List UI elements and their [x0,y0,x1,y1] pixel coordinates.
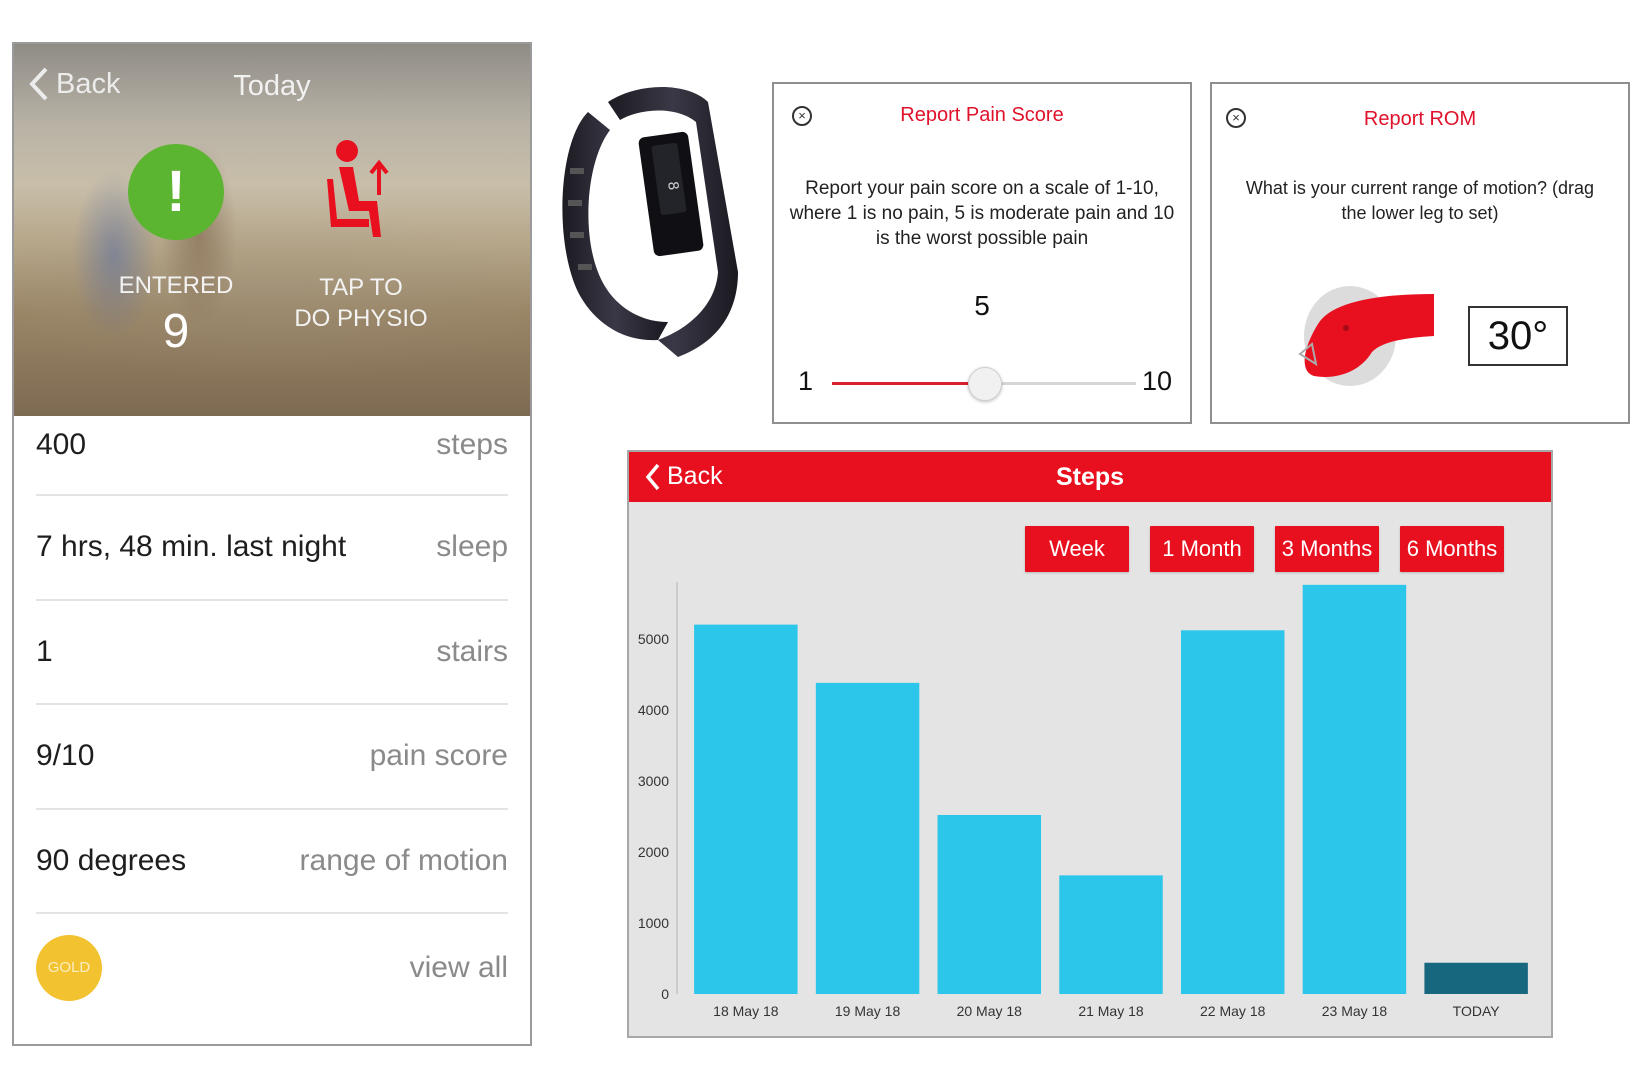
metric-label: sleep [436,530,508,564]
instruction-line: Report your pain score on a scale of 1-1… [805,178,1159,199]
alert-icon[interactable]: ! [128,144,224,240]
bar-0 [694,624,798,994]
metric-value: 7 hrs, 48 min. last night [36,530,347,564]
list-item[interactable]: 90 degrees range of motion [36,810,508,914]
physio-label-line1: TAP TO [319,274,403,301]
list-item[interactable]: 400 steps [36,416,508,496]
rom-dialog: × Report ROM What is your current range … [1210,82,1630,424]
pain-slider-fill [832,382,984,385]
x-tick-label: 23 May 18 [1322,1003,1388,1019]
entered-count: 9 [162,305,190,358]
pain-slider-thumb[interactable] [968,367,1002,401]
leg-drag-handle[interactable] [1290,284,1440,394]
physio-seated-icon[interactable] [319,139,395,249]
metric-value: 400 [36,428,87,461]
instruction-line: is the worst possible pain [875,228,1089,249]
x-tick-label: 20 May 18 [957,1003,1023,1019]
slider-max-label: 10 [1142,366,1173,396]
metric-value: 90 degrees [36,843,187,877]
y-tick-label: 4000 [638,702,669,718]
bar-3 [1059,875,1163,994]
range-3-months-button[interactable]: 3 Months [1275,526,1379,572]
y-tick-label: 3000 [638,773,669,789]
list-item[interactable]: 9/10 pain score [36,705,508,810]
bar-5 [1302,584,1407,994]
bar-1 [815,682,920,994]
metric-value: 9/10 [36,739,95,773]
instruction-line: What is your current range of motion? (d… [1245,178,1595,198]
bar-6 [1424,962,1528,994]
gold-badge: GOLD [36,935,102,1001]
x-tick-label: 21 May 18 [1078,1003,1144,1019]
list-item[interactable]: 1 stairs [36,601,508,705]
instruction-line: where 1 is no pain, 5 is moderate pain a… [789,203,1175,224]
x-tick-label: 18 May 18 [713,1003,779,1019]
y-tick-label: 0 [661,986,669,1002]
y-tick-label: 1000 [638,915,669,931]
y-tick-label: 5000 [638,631,669,647]
dialog-instructions: Report your pain score on a scale of 1-1… [774,176,1190,251]
fitness-tracker-image: 8 [562,87,738,357]
x-tick-label: TODAY [1453,1003,1501,1019]
metric-label: stairs [436,634,508,668]
range-1-month-button[interactable]: 1 Month [1150,526,1254,572]
physio-label[interactable]: TAP TO DO PHYSIO [276,272,446,334]
page-title: Steps [1055,463,1125,491]
metric-label: range of motion [299,843,508,877]
bar-2 [937,814,1042,994]
range-6-months-button[interactable]: 6 Months [1400,526,1504,572]
today-screen: Back Today ! ENTERED 9 TAP TO DO PHYSIO … [12,42,532,1046]
slider-min-label: 1 [798,366,814,396]
view-all-link[interactable]: view all [410,951,508,985]
dialog-title: Report ROM [1363,108,1477,130]
rom-value-box: 30° [1468,306,1568,366]
entered-label: ENTERED [118,272,234,299]
metric-value: 1 [36,634,53,668]
metric-label: steps [436,428,508,461]
y-tick-label: 2000 [638,844,669,860]
steps-bar-chart: 0 1000 2000 3000 4000 5000 18 May 18 19 May 18 2… [638,582,1528,1019]
steps-screen: Back Steps Week 1 Month 3 Months 6 Month… [627,450,1553,1038]
metric-label: pain score [369,739,508,773]
range-week-button[interactable]: Week [1025,526,1129,572]
page-title: Today [233,70,311,102]
steps-header-bar: Back Steps [629,452,1551,502]
x-tick-label: 22 May 18 [1200,1003,1266,1019]
list-item[interactable]: 7 hrs, 48 min. last night sleep [36,496,508,601]
dialog-instructions: What is your current range of motion? (d… [1212,176,1628,226]
pain-score-dialog: × Report Pain Score Report your pain sco… [772,82,1192,424]
hero-banner: Back Today ! ENTERED 9 TAP TO DO PHYSIO [14,44,530,416]
physio-label-line2: DO PHYSIO [294,305,428,332]
dialog-title: Report Pain Score [900,104,1064,126]
pain-value: 5 [974,290,990,321]
x-tick-label: 19 May 18 [835,1003,901,1019]
bar-4 [1180,630,1285,994]
metrics-list: 400 steps 7 hrs, 48 min. last night slee… [14,416,530,1022]
instruction-line: the lower leg to set) [1341,203,1499,223]
list-item[interactable]: GOLD view all [36,914,508,1022]
